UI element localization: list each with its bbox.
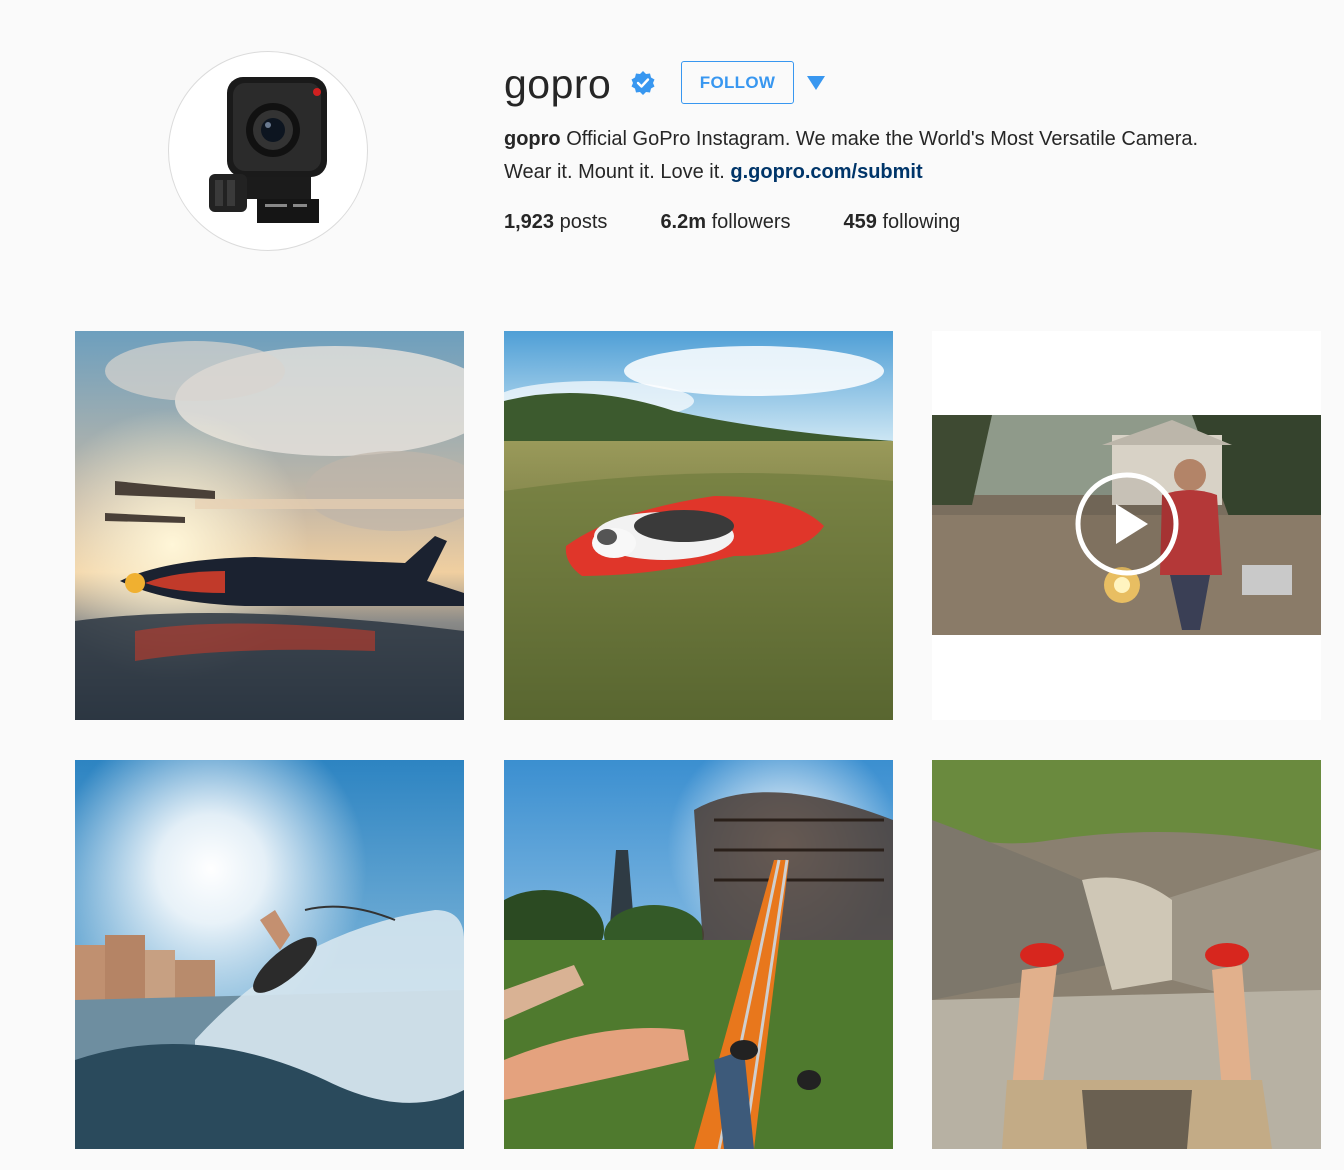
bio-tagline: Wear it. Mount it. Love it.	[504, 161, 725, 183]
post-thumbnail[interactable]	[75, 331, 464, 720]
chevron-down-icon[interactable]	[806, 74, 826, 92]
verified-badge-icon	[631, 71, 655, 95]
post-thumbnail[interactable]	[504, 331, 893, 720]
post-image-rollercoaster	[504, 760, 893, 1149]
post-image-cliff	[932, 760, 1321, 1149]
stat-label: followers	[711, 211, 791, 233]
post-image-surfer	[75, 760, 464, 1149]
stat-followers[interactable]: 6.2m followers	[660, 206, 790, 239]
stat-value: 6.2m	[660, 211, 707, 233]
follow-button[interactable]: FOLLOW	[681, 61, 794, 104]
stat-label: following	[882, 211, 961, 233]
profile-bio: gopro Official GoPro Instagram. We make …	[504, 123, 1304, 189]
post-image-airplanes	[75, 331, 464, 720]
gopro-camera-image	[209, 77, 327, 223]
stat-following[interactable]: 459 following	[844, 206, 961, 239]
bio-text: Official GoPro Instagram. We make the Wo…	[566, 128, 1199, 150]
post-thumbnail[interactable]	[75, 760, 464, 1149]
post-thumbnail-video[interactable]	[932, 331, 1321, 720]
post-image-dog	[504, 331, 893, 720]
bio-line-2: Wear it. Mount it. Love it. g.gopro.com/…	[504, 156, 1304, 189]
post-thumbnail[interactable]	[932, 760, 1321, 1149]
stat-label: posts	[559, 211, 608, 233]
stat-value: 459	[843, 211, 877, 233]
stat-posts: 1,923 posts	[504, 206, 607, 239]
profile-username: gopro	[504, 61, 612, 107]
profile-page: gopro FOLLOW gopro Official GoPro Instag…	[0, 0, 1344, 1170]
stat-value: 1,923	[504, 211, 555, 233]
play-icon[interactable]	[1074, 471, 1180, 577]
bio-link[interactable]: g.gopro.com/submit	[730, 161, 922, 183]
bio-line-1: gopro Official GoPro Instagram. We make …	[504, 123, 1304, 156]
profile-stats: 1,923 posts 6.2m followers 459 following	[504, 206, 1013, 239]
profile-avatar[interactable]	[168, 51, 368, 251]
post-thumbnail[interactable]	[504, 760, 893, 1149]
bio-name: gopro	[504, 128, 561, 150]
